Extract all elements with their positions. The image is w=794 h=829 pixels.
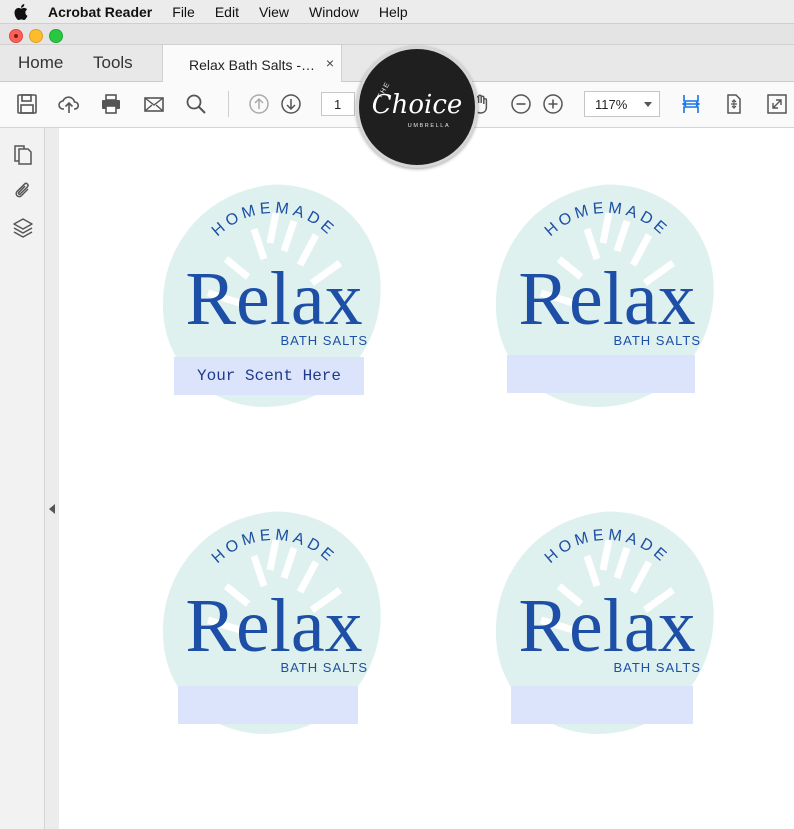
zoom-in-icon[interactable] bbox=[541, 92, 565, 116]
label-subtitle: BATH SALTS bbox=[613, 333, 701, 348]
apple-icon[interactable] bbox=[14, 3, 32, 20]
label-subtitle: BATH SALTS bbox=[613, 660, 701, 675]
close-tab-icon[interactable]: × bbox=[326, 55, 334, 71]
tab-home[interactable]: Home bbox=[18, 53, 63, 73]
label-graphic: HOMEMADE Relax BATH SALTS bbox=[488, 504, 721, 741]
collapse-arrow-icon[interactable] bbox=[49, 504, 55, 514]
pane-splitter[interactable] bbox=[45, 128, 59, 829]
label-card-4: HOMEMADE Relax BATH SALTS bbox=[477, 500, 737, 770]
document-page: HOMEMADE Relax BATH SALTS Your Scent Her… bbox=[59, 128, 794, 829]
label-subtitle: BATH SALTS bbox=[280, 660, 368, 675]
scent-field-2[interactable] bbox=[507, 355, 695, 393]
label-title: Relax bbox=[185, 584, 362, 668]
tab-document[interactable]: Relax Bath Salts -… × bbox=[162, 45, 342, 82]
label-graphic: HOMEMADE Relax BATH SALTS bbox=[155, 177, 388, 414]
email-icon[interactable] bbox=[142, 92, 166, 116]
rotate-icon[interactable] bbox=[722, 92, 746, 116]
page-number-input[interactable]: 1 bbox=[321, 92, 355, 116]
page-down-icon[interactable] bbox=[279, 92, 303, 116]
menu-file[interactable]: File bbox=[172, 4, 195, 20]
zoom-window-button[interactable] bbox=[49, 29, 63, 43]
menu-window[interactable]: Window bbox=[309, 4, 359, 20]
layers-icon[interactable] bbox=[12, 217, 34, 239]
tab-tools[interactable]: Tools bbox=[93, 53, 133, 73]
scent-field-1[interactable]: Your Scent Here bbox=[174, 357, 364, 395]
label-title: Relax bbox=[518, 257, 695, 341]
zoom-value: 117% bbox=[595, 96, 628, 112]
fit-width-icon[interactable] bbox=[679, 92, 703, 116]
scent-field-3[interactable] bbox=[178, 686, 358, 724]
menu-app-name[interactable]: Acrobat Reader bbox=[48, 4, 152, 20]
navigation-pane bbox=[0, 128, 45, 829]
close-window-button[interactable] bbox=[9, 29, 23, 43]
label-card-3: HOMEMADE Relax BATH SALTS bbox=[144, 500, 404, 770]
chevron-down-icon bbox=[644, 102, 652, 107]
badge-script-text: Choice bbox=[372, 90, 463, 120]
save-icon[interactable] bbox=[15, 92, 39, 116]
zoom-out-icon[interactable] bbox=[509, 92, 533, 116]
menu-view[interactable]: View bbox=[259, 4, 289, 20]
label-subtitle: BATH SALTS bbox=[280, 333, 368, 348]
minimize-window-button[interactable] bbox=[29, 29, 43, 43]
label-title: Relax bbox=[518, 584, 695, 668]
label-card-2: HOMEMADE Relax BATH SALTS bbox=[477, 173, 737, 443]
scent-field-4[interactable] bbox=[511, 686, 693, 724]
search-icon[interactable] bbox=[184, 92, 208, 116]
pages-icon[interactable] bbox=[12, 144, 34, 166]
fullscreen-icon[interactable] bbox=[765, 92, 789, 116]
label-graphic: HOMEMADE Relax BATH SALTS bbox=[488, 177, 721, 414]
toolbar-divider bbox=[228, 91, 229, 117]
system-menubar: Acrobat Reader File Edit View Window Hel… bbox=[0, 0, 794, 24]
menu-help[interactable]: Help bbox=[379, 4, 408, 20]
label-title: Relax bbox=[185, 257, 362, 341]
upload-icon[interactable] bbox=[57, 92, 81, 116]
zoom-select[interactable]: 117% bbox=[584, 91, 660, 117]
menu-edit[interactable]: Edit bbox=[215, 4, 239, 20]
badge-bottom-text: UMBRELLA bbox=[408, 123, 450, 129]
watermark-logo: THE Choice UMBRELLA bbox=[356, 46, 478, 168]
window-titlebar bbox=[0, 24, 794, 45]
print-icon[interactable] bbox=[99, 92, 123, 116]
attachment-icon[interactable] bbox=[12, 180, 34, 202]
tab-document-title: Relax Bath Salts -… bbox=[189, 57, 316, 73]
label-card-1: HOMEMADE Relax BATH SALTS Your Scent Her… bbox=[144, 173, 404, 443]
badge-graphic: THE Choice UMBRELLA bbox=[372, 80, 463, 129]
page-up-icon[interactable] bbox=[247, 92, 271, 116]
label-graphic: HOMEMADE Relax BATH SALTS bbox=[155, 504, 388, 741]
